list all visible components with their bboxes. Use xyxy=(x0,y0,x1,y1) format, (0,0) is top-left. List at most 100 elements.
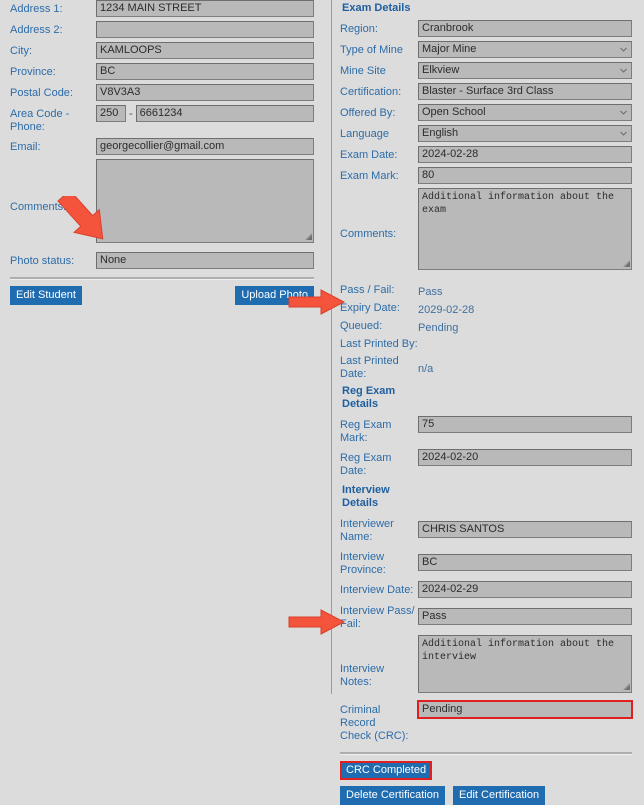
right-panel-divider xyxy=(340,752,632,755)
offered-by-label: Offered By: xyxy=(340,107,396,119)
postal-code-input[interactable]: V8V3A3 xyxy=(96,84,314,101)
last-printed-date-value: n/a xyxy=(418,363,434,375)
interview-pass-fail-input[interactable]: Pass xyxy=(418,608,632,625)
last-printed-date-label-line1: Last Printed xyxy=(340,355,399,367)
exam-mark-input[interactable]: 80 xyxy=(418,167,632,184)
field-row-interviewer-name: Interviewer Name: CHRIS SANTOS xyxy=(340,515,632,544)
postal-code-label: Postal Code: xyxy=(10,87,73,99)
field-row-student-comments: Comments: xyxy=(10,159,314,243)
student-comments-textarea[interactable] xyxy=(96,159,314,243)
interview-province-input[interactable]: BC xyxy=(418,554,632,571)
student-comments-label: Comments: xyxy=(10,201,67,213)
last-printed-date-label: Last Printed Date: xyxy=(340,355,418,381)
field-row-interview-notes: Interview Notes: Additional information … xyxy=(340,635,632,693)
reg-exam-title-line2: Details xyxy=(342,398,379,410)
queued-value: Pending xyxy=(418,322,459,334)
photo-status-label: Photo status: xyxy=(10,255,75,267)
mine-site-select[interactable]: Elkview xyxy=(418,62,632,79)
offered-by-select[interactable]: Open School xyxy=(418,104,632,121)
crc-completed-button-row: CRC Completed xyxy=(340,761,632,780)
interview-pass-fail-label-line2: Fail: xyxy=(340,618,361,630)
reg-exam-date-input[interactable]: 2024-02-20 xyxy=(418,449,632,466)
field-row-postal-code: Postal Code: V8V3A3 xyxy=(10,84,314,101)
resize-grip-icon[interactable] xyxy=(622,682,631,691)
interview-title-line1: Interview xyxy=(342,484,390,496)
province-input[interactable]: BC xyxy=(96,63,314,80)
field-row-exam-mark: Exam Mark: 80 xyxy=(340,167,632,184)
interviewer-name-input[interactable]: CHRIS SANTOS xyxy=(418,521,632,538)
interview-notes-label: Interview Notes: xyxy=(340,663,385,688)
edit-student-button[interactable]: Edit Student xyxy=(10,286,82,305)
interview-date-input[interactable]: 2024-02-29 xyxy=(418,581,632,598)
city-input[interactable]: KAMLOOPS xyxy=(96,42,314,59)
field-row-exam-comments: Comments: Additional information about t… xyxy=(340,188,632,270)
interview-province-label: Interview Province: xyxy=(340,548,418,577)
reg-exam-title-line1: Reg Exam xyxy=(342,385,396,397)
field-row-city: City: KAMLOOPS xyxy=(10,42,314,59)
photo-status-input[interactable]: None xyxy=(96,252,314,269)
edit-certification-button[interactable]: Edit Certification xyxy=(453,786,546,805)
interview-date-label: Interview Date: xyxy=(340,584,414,596)
address2-label: Address 2: xyxy=(10,24,63,36)
reg-exam-mark-label: Reg Exam Mark: xyxy=(340,419,392,444)
email-input[interactable]: georgecollier@gmail.com xyxy=(96,138,314,155)
student-certification-page: Address 1: 1234 MAIN STREET Address 2: C… xyxy=(0,0,644,805)
exam-comments-textarea[interactable]: Additional information about the exam xyxy=(418,188,632,270)
reg-exam-details-section-title: Reg Exam Details xyxy=(342,385,632,411)
phone-number-input[interactable]: 6661234 xyxy=(135,105,314,122)
delete-certification-button[interactable]: Delete Certification xyxy=(340,786,445,805)
field-row-last-printed-by: Last Printed By: xyxy=(340,338,632,353)
exam-details-panel: Exam Details Region: Cranbrook Type of M… xyxy=(331,0,644,805)
interviewer-name-label-line1: Interviewer xyxy=(340,518,394,530)
resize-grip-icon[interactable] xyxy=(304,232,313,241)
interviewer-name-label-line2: Name: xyxy=(340,531,373,543)
field-row-phone: Area Code - Phone: 250 - 6661234 xyxy=(10,105,314,134)
interview-notes-textarea[interactable]: Additional information about the intervi… xyxy=(418,635,632,693)
crc-input[interactable]: Pending xyxy=(417,700,633,719)
phone-label-line2: Phone: xyxy=(10,121,45,133)
field-row-address2: Address 2: xyxy=(10,21,314,38)
field-row-exam-date: Exam Date: 2024-02-28 xyxy=(340,146,632,163)
address2-input[interactable] xyxy=(96,21,314,38)
province-label: Province: xyxy=(10,66,56,78)
expiry-date-value: 2029-02-28 xyxy=(418,304,475,316)
pass-fail-value: Pass xyxy=(418,286,443,298)
left-panel-divider xyxy=(10,277,314,280)
reg-exam-date-label: Reg Exam Date: xyxy=(340,452,392,477)
field-row-reg-exam-date: Reg Exam Date: 2024-02-20 xyxy=(340,449,632,478)
pass-fail-label: Pass / Fail: xyxy=(340,284,395,296)
field-row-queued: Queued: Pending xyxy=(340,320,632,336)
resize-grip-icon[interactable] xyxy=(622,259,631,268)
type-of-mine-label: Type of Mine xyxy=(340,44,403,56)
queued-label: Queued: xyxy=(340,320,383,332)
certification-label: Certification: xyxy=(340,86,402,98)
type-of-mine-select[interactable]: Major Mine xyxy=(418,41,632,58)
upload-photo-button[interactable]: Upload Photo xyxy=(235,286,314,305)
interview-province-label-line2: Province: xyxy=(340,564,386,576)
reg-exam-mark-input[interactable]: 75 xyxy=(418,416,632,433)
certification-input[interactable]: Blaster - Surface 3rd Class xyxy=(418,83,632,100)
crc-label: Criminal Record Check (CRC): xyxy=(340,701,418,743)
crc-completed-button[interactable]: CRC Completed xyxy=(340,761,433,780)
phone-separator: - xyxy=(129,107,133,120)
interviewer-name-label: Interviewer Name: xyxy=(340,515,418,544)
field-row-address1: Address 1: 1234 MAIN STREET xyxy=(10,0,314,17)
address1-input[interactable]: 1234 MAIN STREET xyxy=(96,0,314,17)
area-code-input[interactable]: 250 xyxy=(96,105,126,122)
field-row-expiry-date: Expiry Date: 2029-02-28 xyxy=(340,302,632,318)
field-row-interview-province: Interview Province: BC xyxy=(340,548,632,577)
email-label: Email: xyxy=(10,141,41,153)
language-select[interactable]: English xyxy=(418,125,632,142)
field-row-province: Province: BC xyxy=(10,63,314,80)
crc-label-line2: Check (CRC): xyxy=(340,730,409,742)
exam-date-input[interactable]: 2024-02-28 xyxy=(418,146,632,163)
exam-comments-label: Comments: xyxy=(340,228,397,240)
field-row-language: Language English xyxy=(340,125,632,142)
field-row-email: Email: georgecollier@gmail.com xyxy=(10,138,314,155)
field-row-interview-date: Interview Date: 2024-02-29 xyxy=(340,581,632,598)
exam-mark-label: Exam Mark: xyxy=(340,170,399,182)
field-row-certification: Certification: Blaster - Surface 3rd Cla… xyxy=(340,83,632,100)
region-input[interactable]: Cranbrook xyxy=(418,20,632,37)
last-printed-by-value xyxy=(418,338,632,353)
exam-details-section-title: Exam Details xyxy=(342,2,411,14)
